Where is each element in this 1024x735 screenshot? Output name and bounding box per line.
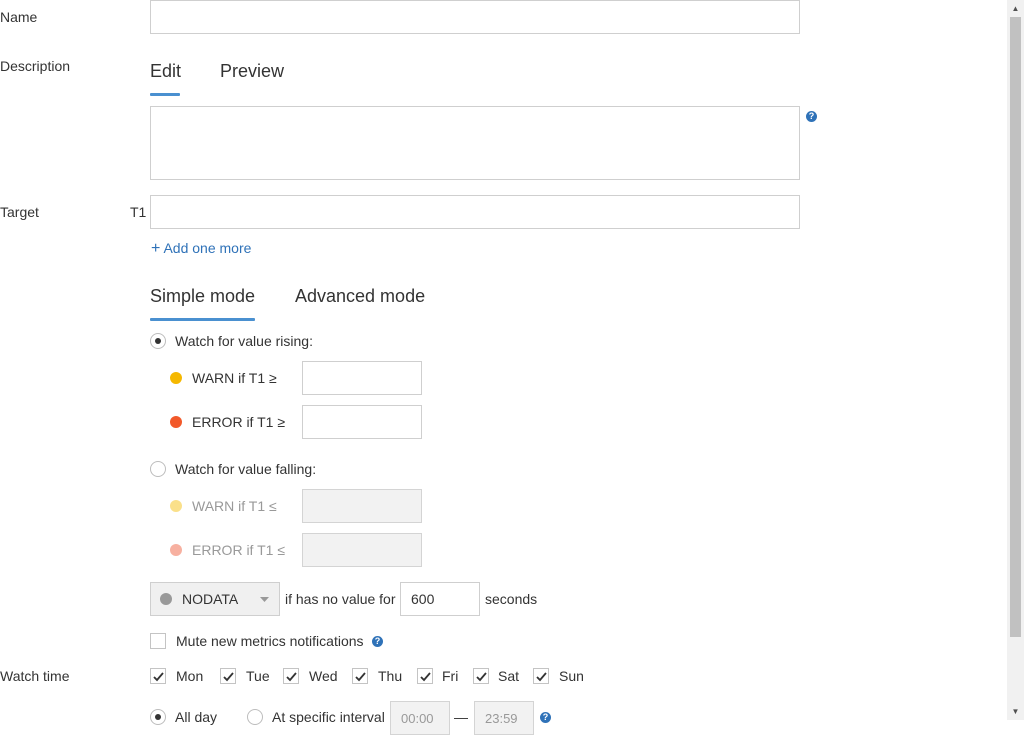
checkmark-icon [355, 672, 366, 682]
rising-label: Watch for value rising: [175, 333, 313, 349]
tab-simple-mode[interactable]: Simple mode [150, 286, 255, 307]
add-target-label: Add one more [163, 240, 252, 256]
interval-from-input[interactable] [390, 701, 450, 735]
day-label-thu: Thu [378, 668, 403, 684]
name-label: Name [0, 9, 38, 25]
description-label: Description [0, 58, 71, 74]
watch-time-help-icon[interactable]: ? [540, 712, 551, 723]
rising-warn-label: WARN if T1 ≥ [192, 370, 277, 386]
mute-label: Mute new metrics notifications [176, 633, 364, 649]
nodata-text-after: seconds [485, 591, 538, 607]
nodata-seconds-input[interactable] [400, 582, 480, 616]
target-label: Target [0, 204, 39, 220]
all-day-label: All day [175, 709, 218, 725]
tab-advanced-mode[interactable]: Advanced mode [295, 286, 425, 307]
specific-interval-label: At specific interval [272, 709, 385, 725]
mute-checkbox[interactable] [150, 633, 166, 649]
error-dot-icon [170, 416, 182, 428]
checkmark-icon [536, 672, 547, 682]
day-label-sun: Sun [559, 668, 584, 684]
chevron-down-icon [260, 597, 269, 602]
error-dot-icon-disabled [170, 544, 182, 556]
name-input[interactable] [150, 0, 800, 34]
checkmark-icon [153, 672, 164, 682]
rising-error-label: ERROR if T1 ≥ [192, 414, 285, 430]
falling-error-input[interactable] [302, 533, 422, 567]
day-label-tue: Tue [246, 668, 270, 684]
day-checkbox-sat[interactable] [473, 668, 489, 684]
falling-label: Watch for value falling: [175, 461, 317, 477]
watch-time-label: Watch time [0, 668, 70, 684]
day-checkbox-sun[interactable] [533, 668, 549, 684]
day-label-wed: Wed [309, 668, 338, 684]
target-input[interactable] [150, 195, 800, 229]
nodata-state-dropdown[interactable]: NODATA [150, 582, 280, 616]
checkmark-icon [476, 672, 487, 682]
interval-separator: — [454, 709, 468, 725]
day-checkbox-fri[interactable] [417, 668, 433, 684]
tab-edit-underline [150, 93, 180, 96]
tab-preview[interactable]: Preview [220, 61, 284, 82]
day-checkbox-mon[interactable] [150, 668, 166, 684]
scroll-down-arrow-icon[interactable]: ▼ [1007, 703, 1024, 720]
all-day-radio[interactable] [150, 709, 166, 725]
falling-warn-input[interactable] [302, 489, 422, 523]
checkmark-icon [420, 672, 431, 682]
warn-dot-icon [170, 372, 182, 384]
falling-error-label: ERROR if T1 ≤ [192, 542, 285, 558]
day-label-fri: Fri [442, 668, 459, 684]
plus-icon: + [151, 240, 161, 257]
day-label-mon: Mon [176, 668, 204, 684]
warn-dot-icon-disabled [170, 500, 182, 512]
rising-error-input[interactable] [302, 405, 422, 439]
page-scrollbar[interactable]: ▲ ▼ [1007, 0, 1024, 720]
specific-interval-radio[interactable] [247, 709, 263, 725]
description-help-icon[interactable]: ? [806, 111, 817, 122]
add-target-link[interactable]: + Add one more [151, 240, 251, 258]
day-checkbox-wed[interactable] [283, 668, 299, 684]
day-checkbox-tue[interactable] [220, 668, 236, 684]
scrollbar-thumb[interactable] [1010, 17, 1021, 637]
tab-edit[interactable]: Edit [150, 61, 181, 82]
rising-radio[interactable] [150, 333, 166, 349]
nodata-state-value: NODATA [182, 591, 239, 607]
checkmark-icon [223, 672, 234, 682]
nodata-text-before: if has no value for [285, 591, 396, 607]
mute-help-icon[interactable]: ? [372, 636, 383, 647]
falling-warn-label: WARN if T1 ≤ [192, 498, 277, 514]
scroll-up-arrow-icon[interactable]: ▲ [1007, 0, 1024, 17]
day-checkbox-thu[interactable] [352, 668, 368, 684]
nodata-dot-icon [160, 593, 172, 605]
description-textarea[interactable] [150, 106, 800, 180]
interval-to-input[interactable] [474, 701, 534, 735]
falling-radio[interactable] [150, 461, 166, 477]
day-label-sat: Sat [498, 668, 520, 684]
checkmark-icon [286, 672, 297, 682]
rising-warn-input[interactable] [302, 361, 422, 395]
target-prefix: T1 [130, 204, 147, 220]
tab-simple-mode-underline [150, 318, 255, 321]
